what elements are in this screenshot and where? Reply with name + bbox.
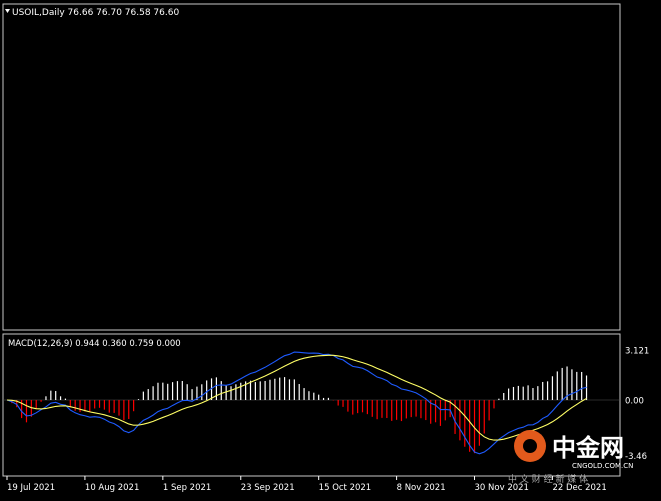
- dropdown-triangle-icon: [5, 9, 10, 13]
- x-tick-label: 23 Sep 2021: [241, 483, 295, 493]
- macd-signal-line: [6, 354, 587, 441]
- watermark-inner-icon: [523, 439, 537, 453]
- watermark-tagline: 中 文 财 经 新 媒 体: [508, 473, 588, 485]
- macd-main-line: [6, 351, 587, 455]
- macd-label: MACD(12,26,9) 0.944 0.360 0.759 0.000: [8, 339, 181, 349]
- macd-tick-label: 0.00: [625, 397, 644, 407]
- macd-tick-label: -3.46: [625, 452, 647, 462]
- x-tick-label: 8 Nov 2021: [397, 483, 446, 493]
- macd-tick-label: 3.121: [625, 347, 649, 357]
- price-chart: USOIL,Daily 76.66 76.70 76.58 76.6085.60…: [2, 3, 649, 493]
- x-tick-label: 15 Oct 2021: [319, 483, 372, 493]
- chart-root: USOIL,Daily 76.66 76.70 76.58 76.6085.60…: [0, 0, 661, 497]
- watermark-logo: 中金网CNGOLD.COM.CN 中 文 财 经 新 媒 体: [508, 430, 633, 485]
- x-tick-label: 19 Jul 2021: [7, 483, 55, 493]
- x-tick-label: 1 Sep 2021: [163, 483, 211, 493]
- main-pane-frame: [2, 3, 621, 331]
- watermark-logo-text: 中金网: [552, 434, 624, 462]
- chart-header: USOIL,Daily 76.66 76.70 76.58 76.60: [12, 8, 179, 18]
- watermark-url: CNGOLD.COM.CN: [572, 462, 633, 470]
- x-tick-label: 10 Aug 2021: [85, 483, 139, 493]
